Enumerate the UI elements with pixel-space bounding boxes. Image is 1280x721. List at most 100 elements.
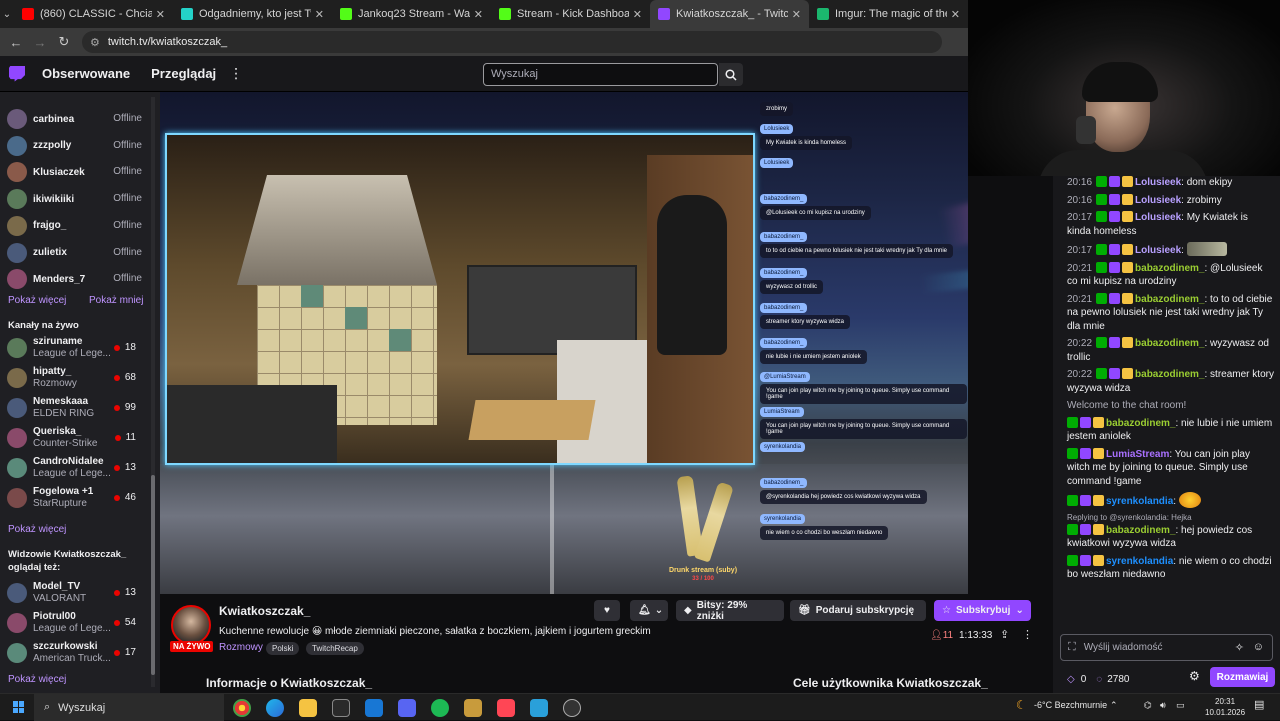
chat-send-button[interactable]: Rozmawiaj: [1210, 667, 1275, 687]
sidebar-channel-frajgo_[interactable]: frajgo_ Offline: [7, 213, 152, 239]
obs-icon[interactable]: [563, 699, 581, 717]
sidebar-recommended-channel[interactable]: Model_TV VALORANT 13: [7, 580, 152, 606]
sidebar-channel-zulietix[interactable]: zulietix Offline: [7, 240, 152, 266]
search-button[interactable]: [719, 63, 743, 86]
tag-polski[interactable]: Polski: [266, 642, 300, 655]
gift-sub-button[interactable]: 🎁︎ Podaruj subskrypcję: [790, 600, 926, 621]
file-explorer-icon[interactable]: [299, 699, 317, 717]
weather-text[interactable]: -6°C Bezchmurnie: [1034, 700, 1107, 710]
chat-username[interactable]: Lolusieek: [1135, 195, 1181, 206]
sidebar-channel-ikiwikiiki[interactable]: ikiwikiiki Offline: [7, 186, 152, 212]
app-icon[interactable]: [530, 699, 548, 717]
close-icon[interactable]: ✕: [315, 8, 324, 21]
chat-username[interactable]: babazodinem_: [1135, 369, 1204, 380]
browser-tab[interactable]: Imgur: The magic of the Interne ✕: [809, 0, 968, 28]
browser-tab[interactable]: Jankoq23 Stream - Watch Live ✕: [332, 0, 491, 28]
follow-button[interactable]: ♥: [594, 600, 620, 621]
network-icon[interactable]: ⌬: [1144, 700, 1152, 711]
chat-username[interactable]: syrenkolandia: [1106, 556, 1173, 567]
following-link[interactable]: Obserwowane: [42, 66, 130, 81]
notification-icon[interactable]: ▤: [1254, 698, 1264, 711]
show-more-link[interactable]: Pokaż więcej: [8, 524, 66, 535]
stream-category[interactable]: Rozmowy: [219, 642, 263, 653]
browser-tab[interactable]: Kwiatkoszczak_ - Twitch ✕: [650, 0, 809, 28]
sidebar-scrollbar[interactable]: [151, 97, 155, 687]
chat-username[interactable]: Lolusieek: [1135, 177, 1181, 188]
chat-username[interactable]: Lolusieek: [1135, 245, 1181, 256]
back-icon[interactable]: ←: [4, 35, 28, 50]
sparkle-icon[interactable]: ✧: [1235, 641, 1244, 654]
chat-username[interactable]: babazodinem_: [1135, 263, 1204, 274]
sidebar-channel-Klusiaczek[interactable]: Klusiaczek Offline: [7, 159, 152, 185]
close-icon[interactable]: ✕: [951, 8, 960, 21]
sidebar-channel-category: League of Lege...: [33, 348, 111, 359]
outlook-icon[interactable]: [365, 699, 383, 717]
browser-tab[interactable]: (860) CLASSIC - Chciałbym ✕: [14, 0, 173, 28]
close-icon[interactable]: ✕: [474, 8, 483, 21]
sidebar-live-channel[interactable]: Queriska_ Counter-Strike 11: [7, 425, 152, 451]
search-input[interactable]: Wyszukaj: [483, 63, 718, 86]
notifications-button[interactable]: 🔔︎ ⌄: [630, 600, 668, 621]
sidebar-recommended-channel[interactable]: szczurkowski American Truck... 17: [7, 640, 152, 666]
close-icon[interactable]: ✕: [633, 8, 642, 21]
chat-username[interactable]: LumiaStream: [1106, 449, 1169, 460]
channel-points-icon[interactable]: ◌: [1096, 674, 1102, 685]
site-info-icon[interactable]: ⚙: [90, 36, 100, 49]
chat-input[interactable]: ⛶ Wyślij wiadomość ✧ ☺: [1060, 634, 1273, 661]
chat-username[interactable]: babazodinem_: [1106, 418, 1175, 429]
chat-username[interactable]: babazodinem_: [1135, 294, 1204, 305]
windows-start-icon[interactable]: [13, 701, 25, 713]
tag-twitchrecap[interactable]: TwitchRecap: [306, 642, 364, 655]
subscribe-button[interactable]: ☆ Subskrybuj ⌄: [934, 600, 1031, 621]
bits-icon[interactable]: ◇: [1067, 674, 1075, 685]
edge-icon[interactable]: [266, 699, 284, 717]
video-player[interactable]: zrobimy Lolusieek My Kwiatek is kinda home…: [160, 92, 968, 594]
channel-avatar[interactable]: [171, 605, 211, 645]
clock[interactable]: 20:31 10.01.2026: [1205, 696, 1245, 718]
sidebar-channel-Menders_7[interactable]: Menders_7 Offline: [7, 266, 152, 292]
sidebar-channel-carbinea[interactable]: carbinea Offline: [7, 106, 152, 132]
browser-tab[interactable]: Odgadniemy, kto jest Twoją se ✕: [173, 0, 332, 28]
forward-icon[interactable]: →: [28, 35, 52, 50]
volume-icon[interactable]: 🔊︎: [1160, 700, 1166, 711]
sidebar-live-channel[interactable]: Fogelowa +1 StarRupture 46: [7, 485, 152, 511]
show-less-link[interactable]: Pokaż mniej: [89, 295, 143, 306]
discord-icon[interactable]: [398, 699, 416, 717]
emote-picker-icon[interactable]: ☺: [1253, 641, 1264, 653]
chat-username[interactable]: babazodinem_: [1135, 338, 1204, 349]
browse-link[interactable]: Przeglądaj: [151, 66, 216, 81]
reload-icon[interactable]: ↻: [52, 34, 76, 50]
show-more-link[interactable]: Pokaż więcej: [8, 674, 66, 685]
tab-search-menu[interactable]: ⌄: [0, 0, 14, 28]
sidebar-live-channel[interactable]: Nemeskaaa ELDEN RING 99: [7, 395, 152, 421]
chrome-icon[interactable]: [233, 699, 251, 717]
url-bar[interactable]: ⚙ twitch.tv/kwiatkoszczak_: [82, 31, 942, 53]
chat-username[interactable]: Lolusieek: [1135, 212, 1181, 223]
more-icon[interactable]: ⋮: [229, 65, 243, 82]
league-icon[interactable]: [464, 699, 482, 717]
sidebar-live-channel[interactable]: CandroNidalee League of Lege... 13: [7, 455, 152, 481]
valorant-icon[interactable]: [497, 699, 515, 717]
chat-username[interactable]: babazodinem_: [1106, 525, 1175, 536]
share-icon[interactable]: ⇪: [1000, 628, 1009, 641]
sidebar-recommended-channel[interactable]: Piotrul00 League of Lege... 54: [7, 610, 152, 636]
spotify-icon[interactable]: [431, 699, 449, 717]
taskbar-search[interactable]: ⌕ Wyszukaj: [34, 694, 224, 721]
chat-settings-icon[interactable]: ⚙: [1189, 669, 1200, 683]
browser-tab[interactable]: Stream - Kick Dashboard ✕: [491, 0, 650, 28]
close-icon[interactable]: ✕: [156, 8, 165, 21]
twitch-logo-icon[interactable]: [9, 65, 25, 82]
battery-icon[interactable]: ▭: [1176, 700, 1185, 711]
sidebar-live-channel[interactable]: hipatty_ Rozmowy 68: [7, 365, 152, 391]
chat-username[interactable]: syrenkolandia: [1106, 496, 1173, 507]
sidebar-channel-zzzpolly[interactable]: zzzpolly Offline: [7, 133, 152, 159]
store-icon[interactable]: [332, 699, 350, 717]
sidebar-live-channel[interactable]: sziruname League of Lege... 18: [7, 335, 152, 361]
tray-chevron-icon[interactable]: ⌃: [1110, 700, 1118, 711]
more-options-icon[interactable]: ⋮: [1022, 628, 1033, 641]
show-more-link[interactable]: Pokaż więcej: [8, 295, 66, 306]
chat-mod-icon[interactable]: ⛶: [1068, 641, 1076, 654]
channel-name[interactable]: Kwiatkoszczak_: [219, 604, 310, 618]
bits-button[interactable]: ◆ Bitsy: 29% zniżki: [676, 600, 784, 622]
close-icon[interactable]: ✕: [792, 8, 801, 21]
